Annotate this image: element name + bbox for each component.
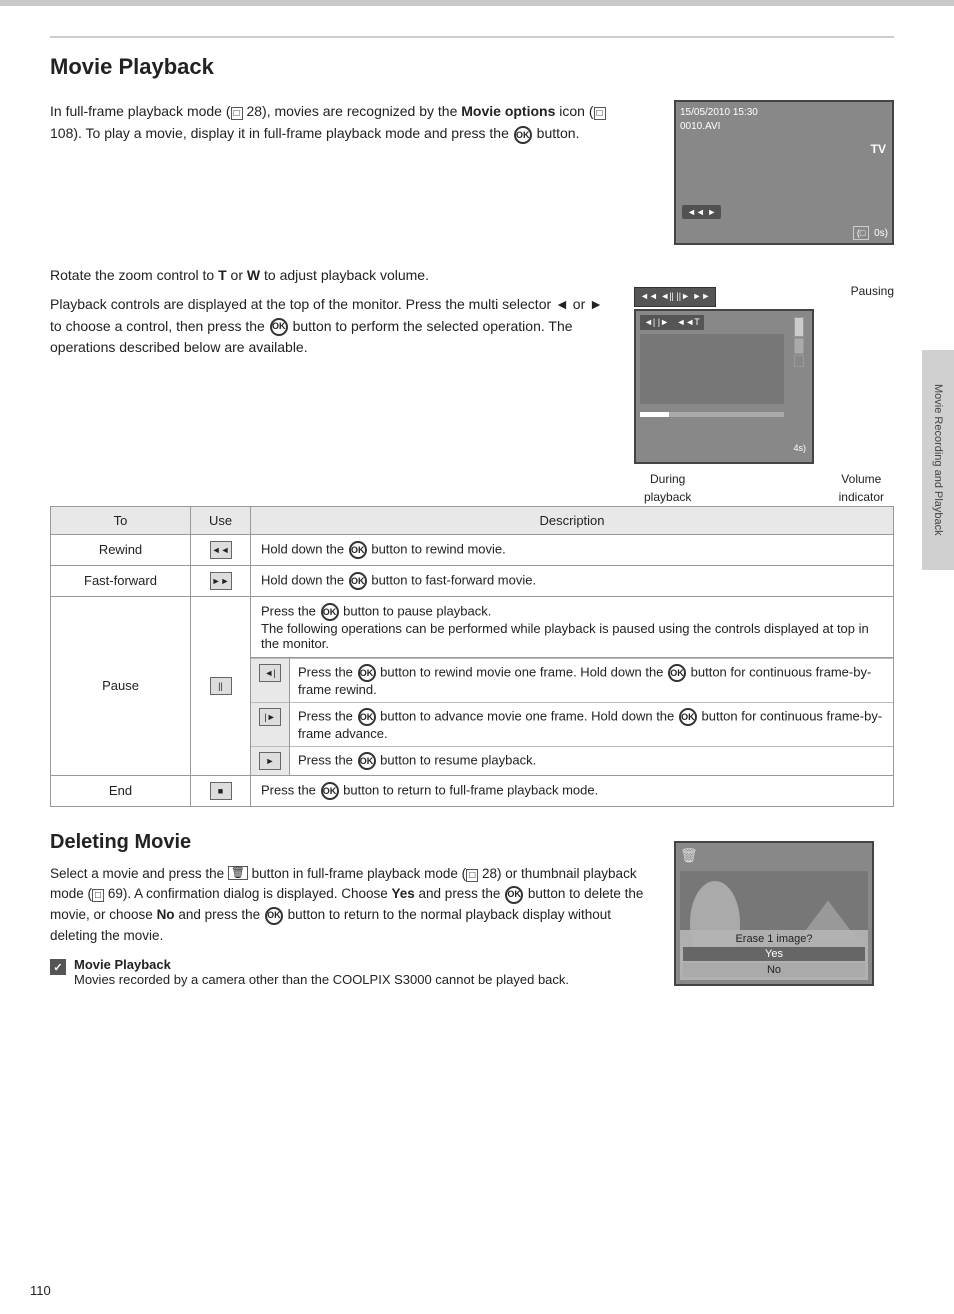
volume-bars xyxy=(794,317,804,367)
trash-icon: 🗑 xyxy=(228,866,248,880)
ok-icon: OK xyxy=(265,907,283,925)
erase-prompt: Erase 1 image? xyxy=(683,933,865,945)
table-cell-end-to: End xyxy=(51,775,191,806)
deleting-movie-title: Deleting Movie xyxy=(50,831,654,854)
note-box: ✓ Movie Playback Movies recorded by a ca… xyxy=(50,957,654,987)
table-header-use: Use xyxy=(191,506,251,534)
table-cell-pause-main: Press the OK button to pause playback. T… xyxy=(251,596,894,657)
controls-top: ◄◄ ◄|| ||► ►► xyxy=(634,287,716,307)
image-area xyxy=(640,334,784,404)
frame-advance-icon-cell: |► xyxy=(251,702,290,746)
ok-icon: OK xyxy=(679,708,697,726)
screenshot-labels: During playback Volume indicator xyxy=(634,470,894,506)
intro-text: In full-frame playback mode (□ 28), movi… xyxy=(50,100,614,245)
resume-icon: ► xyxy=(259,752,281,770)
fastforward-icon: ►► xyxy=(210,572,232,590)
ok-icon-inline: OK xyxy=(270,318,288,336)
table-row: Fast-forward ►► Hold down the OK button … xyxy=(51,565,894,596)
note-content: Movie Playback Movies recorded by a came… xyxy=(74,957,569,987)
table-cell-ff-desc: Hold down the OK button to fast-forward … xyxy=(251,565,894,596)
resume-desc: Press the OK button to resume playback. xyxy=(290,746,894,775)
table-row: ► Press the OK button to resume playback… xyxy=(251,746,893,775)
operations-table: To Use Description Rewind ◄◄ Hold down t… xyxy=(50,506,894,807)
table-cell-pause-use: || xyxy=(191,596,251,775)
table-cell-ff-use: ►► xyxy=(191,565,251,596)
table-cell-ff-to: Fast-forward xyxy=(51,565,191,596)
no-button[interactable]: No xyxy=(683,963,865,977)
play-controls: ◄◄ ► xyxy=(682,205,721,219)
ok-button-icon: OK xyxy=(514,126,532,144)
pausing-screen: ◄| |► ◄◄T xyxy=(634,309,814,464)
time-display: (□ 0s) xyxy=(853,228,888,239)
table-cell-end-desc: Press the OK button to return to full-fr… xyxy=(251,775,894,806)
ok-icon: OK xyxy=(358,708,376,726)
frame-rewind-desc: Press the OK button to rewind movie one … xyxy=(290,658,894,702)
camera-screen-date: 15/05/2010 15:30 0010.AVI xyxy=(680,106,888,134)
delete-screen: 🗑 Erase 1 image? Yes No xyxy=(674,841,874,986)
trash-dialog-icon: 🗑 xyxy=(680,847,868,864)
middle-section: Rotate the zoom control to T or W to adj… xyxy=(50,265,894,359)
pause-subtable: ◄| Press the OK button to rewind movie o… xyxy=(251,658,893,775)
table-cell-rewind-to: Rewind xyxy=(51,534,191,565)
end-icon: ■ xyxy=(210,782,232,800)
top-screenshots: 15/05/2010 15:30 0010.AVI TV ◄◄ ► (□ 0s) xyxy=(634,100,894,245)
frame-rewind-icon-cell: ◄| xyxy=(251,658,290,702)
resume-icon-cell: ► xyxy=(251,746,290,775)
ok-icon: OK xyxy=(349,572,367,590)
page-number: 110 xyxy=(30,1283,51,1298)
erase-dialog: Erase 1 image? Yes No xyxy=(680,930,868,980)
pause-icon: || xyxy=(210,677,232,695)
ok-icon: OK xyxy=(321,603,339,621)
deleting-movie-section: Deleting Movie Select a movie and press … xyxy=(50,831,894,988)
yes-button[interactable]: Yes xyxy=(683,947,865,961)
frame-advance-icon: |► xyxy=(259,708,281,726)
ok-icon: OK xyxy=(358,664,376,682)
page: Movie Recording and Playback Movie Playb… xyxy=(0,0,954,1314)
table-cell-rewind-desc: Hold down the OK button to rewind movie. xyxy=(251,534,894,565)
rewind-icon: ◄◄ xyxy=(210,541,232,559)
table-cell-pause-sub: ◄| Press the OK button to rewind movie o… xyxy=(251,657,894,775)
pausing-time: 4s) xyxy=(793,442,806,456)
table-row: Pause || Press the OK button to pause pl… xyxy=(51,596,894,657)
progress-bar xyxy=(640,412,784,417)
table-row: Rewind ◄◄ Hold down the OK button to rew… xyxy=(51,534,894,565)
camera-screen: 15/05/2010 15:30 0010.AVI TV ◄◄ ► (□ 0s) xyxy=(674,100,894,245)
check-icon: ✓ xyxy=(50,959,66,975)
ok-icon: OK xyxy=(358,752,376,770)
deleting-movie-body: Select a movie and press the 🗑 button in… xyxy=(50,864,654,948)
deleting-movie-text: Deleting Movie Select a movie and press … xyxy=(50,831,654,988)
ok-icon: OK xyxy=(321,782,339,800)
delete-screen-area: 🗑 Erase 1 image? Yes No xyxy=(674,831,894,988)
table-row: End ■ Press the OK button to return to f… xyxy=(51,775,894,806)
during-playback-label: During playback xyxy=(644,470,691,506)
movie-options-bold: Movie options xyxy=(461,103,555,119)
ok-icon: OK xyxy=(349,541,367,559)
table-row: ◄| Press the OK button to rewind movie o… xyxy=(251,658,893,702)
volume-indicator-label: Volume indicator xyxy=(839,470,884,506)
table-cell-pause-to: Pause xyxy=(51,596,191,775)
table-cell-rewind-use: ◄◄ xyxy=(191,534,251,565)
pausing-area: ◄◄ ◄|| ||► ►► ◄| |► ◄◄T xyxy=(634,284,894,506)
table-header-desc: Description xyxy=(251,506,894,534)
ok-icon: OK xyxy=(668,664,686,682)
table-cell-end-use: ■ xyxy=(191,775,251,806)
table-row: |► Press the OK button to advance movie … xyxy=(251,702,893,746)
controls-row2: ◄| |► ◄◄T xyxy=(640,315,704,331)
top-section: In full-frame playback mode (□ 28), movi… xyxy=(50,100,894,245)
table-header-to: To xyxy=(51,506,191,534)
pausing-label: Pausing xyxy=(851,284,894,300)
ok-icon: OK xyxy=(505,886,523,904)
page-title: Movie Playback xyxy=(50,54,894,80)
frame-advance-desc: Press the OK button to advance movie one… xyxy=(290,702,894,746)
note-title: Movie Playback xyxy=(74,957,171,972)
tv-icon: TV xyxy=(871,142,886,156)
note-text: Movies recorded by a camera other than t… xyxy=(74,972,569,987)
frame-rewind-icon: ◄| xyxy=(259,664,281,682)
